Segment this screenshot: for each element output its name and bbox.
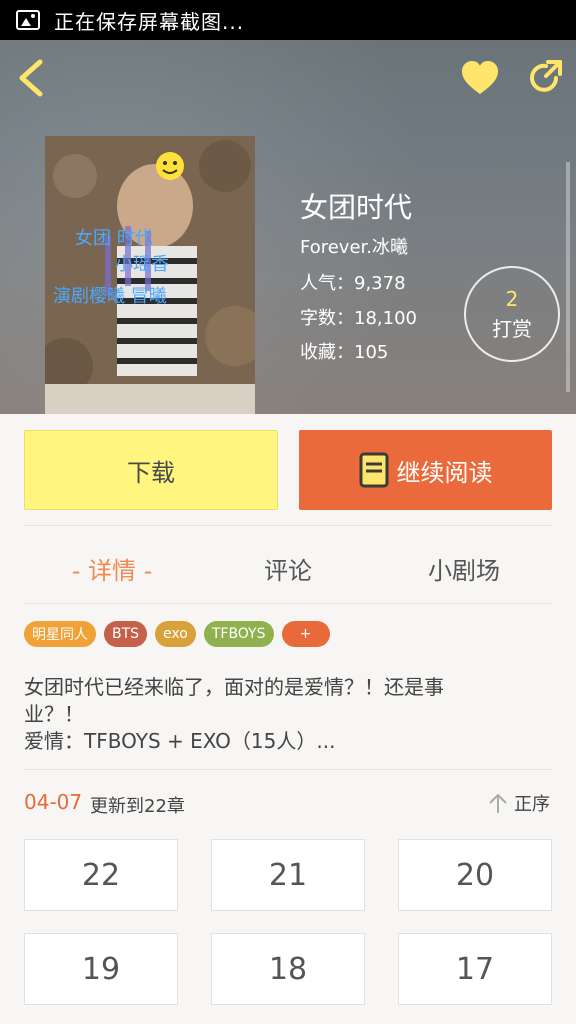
chapter-button[interactable]: 21 [211,839,365,911]
tag-bts[interactable]: BTS [104,621,148,647]
tip-label: 打赏 [492,316,532,341]
cover-illustration: 女团 时代 小瑶香 演剧樱曦 冒曦 [45,136,255,414]
chapter-button[interactable]: 18 [211,933,365,1005]
word-count-stat: 字数：18,100 [300,308,417,329]
continue-reading-label: 继续阅读 [396,458,493,487]
tag-star-fanfic[interactable]: 明星同人 [24,621,96,647]
scrollbar[interactable] [566,162,570,392]
book-icon [359,452,388,488]
book-description[interactable]: 女团时代已经来临了，面对的是爱情？！还是事 业？！ 爱情：TFBOYS + EX… [24,674,514,755]
description-line: 业？！ [24,702,84,726]
tab-theater[interactable]: 小剧场 [392,548,536,588]
tag-tfboys[interactable]: TFBOYS [203,621,274,647]
sort-order-button[interactable]: 正序 [488,790,550,816]
chapter-button[interactable]: 22 [24,839,178,911]
tag-list: 明星同人 BTS exo TFBOYS + [24,621,330,647]
description-line: 女团时代已经来临了，面对的是爱情？！还是事 [24,675,444,699]
tab-comments[interactable]: 评论 [216,548,360,588]
svg-text:女团 时代: 女团 时代 [75,228,153,249]
popularity-stat: 人气：9,378 [300,273,406,294]
book-title: 女团时代 [300,191,413,224]
favorites-stat: 收藏：105 [300,342,389,363]
back-icon[interactable] [14,58,50,98]
book-header: 女团 时代 小瑶香 演剧樱曦 冒曦 女团时代 Forever.冰曦 人气：9,3… [0,40,576,414]
book-author[interactable]: Forever.冰曦 [300,233,408,259]
book-cover-image[interactable]: 女团 时代 小瑶香 演剧樱曦 冒曦 [45,136,255,414]
svg-text:小瑶香: 小瑶香 [115,254,169,275]
arrow-up-icon [489,793,507,813]
svg-text:演剧樱曦 冒曦: 演剧樱曦 冒曦 [53,286,167,307]
tip-count: 2 [505,286,519,311]
tag-exo[interactable]: exo [155,621,196,647]
status-text: 正在保存屏幕截图... [54,9,245,34]
chapter-button[interactable]: 17 [398,933,552,1005]
divider [24,525,552,526]
add-tag-button[interactable]: + [281,621,330,647]
status-bar: 正在保存屏幕截图... [0,0,576,40]
download-label: 下载 [127,458,175,487]
divider [24,769,552,770]
tab-detail[interactable]: - 详情 - [40,548,184,588]
continue-reading-button[interactable]: 继续阅读 [299,430,552,510]
favorite-heart-icon[interactable] [460,60,500,96]
share-icon[interactable] [526,58,564,96]
chapter-button[interactable]: 19 [24,933,178,1005]
description-line: 爱情：TFBOYS + EXO（15人）... [24,729,336,753]
sort-order-label: 正序 [514,794,550,815]
update-date: 04-07 [24,790,83,814]
update-text: 更新到22章 [90,796,185,817]
chapter-button[interactable]: 20 [398,839,552,911]
download-button[interactable]: 下载 [24,430,278,510]
tip-button[interactable]: 2 打赏 [464,266,560,362]
screenshot-icon [16,10,40,30]
divider [24,603,552,604]
